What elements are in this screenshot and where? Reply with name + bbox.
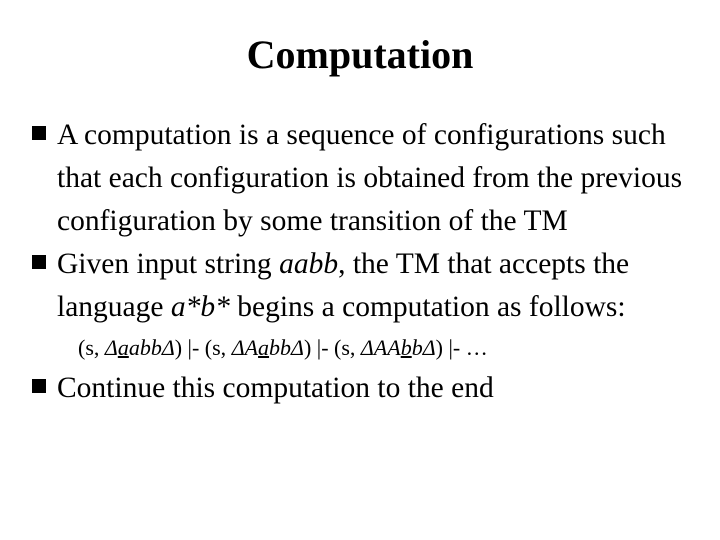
config-rest-3: b — [411, 335, 423, 360]
bullet-2-text: Given input string aabb, the TM that acc… — [57, 243, 700, 329]
config-tail: ) |- … — [435, 335, 488, 360]
config-delta-1: Δ — [104, 335, 118, 360]
config-delta-3: ΔAA — [360, 335, 401, 360]
bullet-2-part-1: Given input string — [57, 248, 280, 280]
config-delta-2: ΔA — [231, 335, 259, 360]
bullet-1-text: A computation is a sequence of configura… — [57, 119, 683, 237]
slide-body: A computation is a sequence of configura… — [24, 114, 700, 410]
list-item: A computation is a sequence of configura… — [24, 114, 700, 243]
config-delta-end-2: Δ — [291, 335, 304, 360]
config-rest-1: abb — [128, 335, 162, 360]
config-head-symbol-3: b — [400, 335, 412, 360]
bullet-2-part-3: begins a computation as follows: — [229, 291, 626, 323]
config-head-symbol-2: a — [258, 335, 270, 360]
bullet-2-input-string: aabb — [279, 248, 339, 280]
bullet-2-language: a*b* — [170, 291, 230, 323]
config-separator-2: ) |- (s, — [303, 335, 361, 360]
list-item: Given input string aabb, the TM that acc… — [24, 243, 700, 329]
config-head-symbol-1: a — [117, 335, 129, 360]
bullet-3-text: Continue this computation to the end — [57, 372, 494, 404]
configuration-sequence: (s, ΔaabbΔ) |- (s, ΔAabbΔ) |- (s, ΔAAbbΔ… — [24, 329, 700, 367]
config-delta-end-1: Δ — [161, 335, 175, 360]
slide: Computation A computation is a sequence … — [0, 0, 720, 540]
list-item: Continue this computation to the end — [24, 367, 700, 410]
square-bullet-icon — [32, 379, 46, 393]
config-open-1: (s, — [78, 335, 105, 360]
config-rest-2: bb — [269, 335, 292, 360]
square-bullet-icon — [32, 255, 46, 269]
config-separator-1: ) |- (s, — [174, 335, 232, 360]
config-delta-end-3: Δ — [422, 335, 436, 360]
square-bullet-icon — [32, 126, 46, 140]
page-title: Computation — [246, 32, 474, 77]
